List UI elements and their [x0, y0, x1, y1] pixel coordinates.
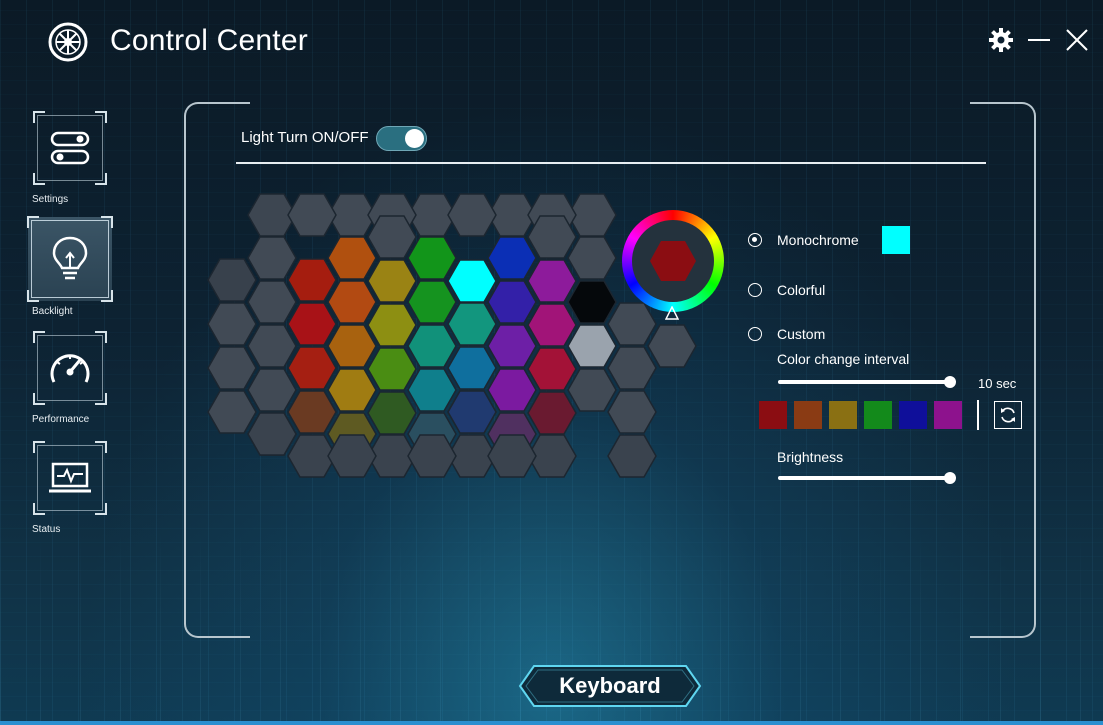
refresh-colors-button[interactable]: [994, 401, 1022, 429]
sidebar: Settings Backlight Performance Status: [27, 110, 120, 550]
palette-swatch-6[interactable]: [934, 401, 962, 429]
monochrome-label: Monochrome: [777, 232, 859, 248]
minimize-button[interactable]: [1025, 26, 1053, 54]
sidebar-item-label: Status: [32, 524, 61, 535]
close-button[interactable]: [1063, 26, 1091, 54]
colorful-radio[interactable]: [748, 283, 762, 297]
interval-label: Color change interval: [777, 351, 910, 367]
window-controls: [987, 26, 1091, 54]
light-toggle-label: Light Turn ON/OFF: [241, 129, 369, 146]
mode-custom-option[interactable]: Custom: [748, 326, 825, 342]
sidebar-item-status[interactable]: Status: [30, 440, 120, 550]
palette-swatch-4[interactable]: [864, 401, 892, 429]
interval-slider-thumb[interactable]: [944, 376, 956, 388]
keyboard-tab-label: Keyboard: [559, 673, 661, 698]
color-wheel[interactable]: [622, 210, 724, 312]
close-icon: [1066, 29, 1088, 51]
palette-swatch-3[interactable]: [829, 401, 857, 429]
sidebar-item-frame: [33, 441, 107, 515]
mode-monochrome-option[interactable]: Monochrome: [748, 232, 859, 248]
custom-radio[interactable]: [748, 327, 762, 341]
app-title: Control Center: [110, 24, 308, 57]
keyboard-tab-button[interactable]: Keyboard: [518, 664, 702, 708]
sidebar-item-frame: [33, 111, 107, 185]
minimize-icon: [1028, 39, 1050, 41]
app-logo-icon: [48, 22, 88, 62]
mode-colorful-option[interactable]: Colorful: [748, 282, 825, 298]
window-bottom-edge: [0, 721, 1103, 725]
refresh-icon: [1001, 407, 1015, 423]
brightness-slider[interactable]: [778, 472, 956, 484]
interval-slider[interactable]: [778, 376, 956, 388]
brightness-label: Brightness: [777, 449, 844, 465]
sidebar-item-label: Settings: [32, 194, 69, 205]
sidebar-item-frame: [33, 331, 107, 405]
sidebar-item-label: Performance: [32, 414, 90, 425]
interval-value: 10 sec: [978, 376, 1017, 391]
palette-swatch-1[interactable]: [759, 401, 787, 429]
toggle-knob: [405, 129, 424, 148]
selected-color-hex: [650, 241, 696, 281]
gear-icon: [989, 28, 1013, 52]
panel-divider: [236, 162, 986, 164]
sidebar-item-performance[interactable]: Performance: [30, 330, 120, 440]
monochrome-radio[interactable]: [748, 233, 762, 247]
triangle-pointer-icon: [665, 306, 679, 320]
palette-separator: [977, 400, 979, 430]
sidebar-item-frame: [27, 216, 113, 302]
light-toggle-switch[interactable]: [376, 126, 427, 151]
palette-swatch-5[interactable]: [899, 401, 927, 429]
colorful-label: Colorful: [777, 282, 826, 298]
palette-swatch-2[interactable]: [794, 401, 822, 429]
sidebar-item-backlight[interactable]: Backlight: [27, 216, 120, 330]
settings-gear-button[interactable]: [987, 26, 1015, 54]
brightness-slider-thumb[interactable]: [944, 472, 956, 484]
sidebar-item-settings[interactable]: Settings: [30, 110, 120, 220]
monochrome-color-swatch[interactable]: [882, 226, 910, 254]
sidebar-item-label: Backlight: [32, 306, 73, 317]
custom-color-palette: [759, 401, 962, 429]
custom-label: Custom: [777, 326, 826, 342]
